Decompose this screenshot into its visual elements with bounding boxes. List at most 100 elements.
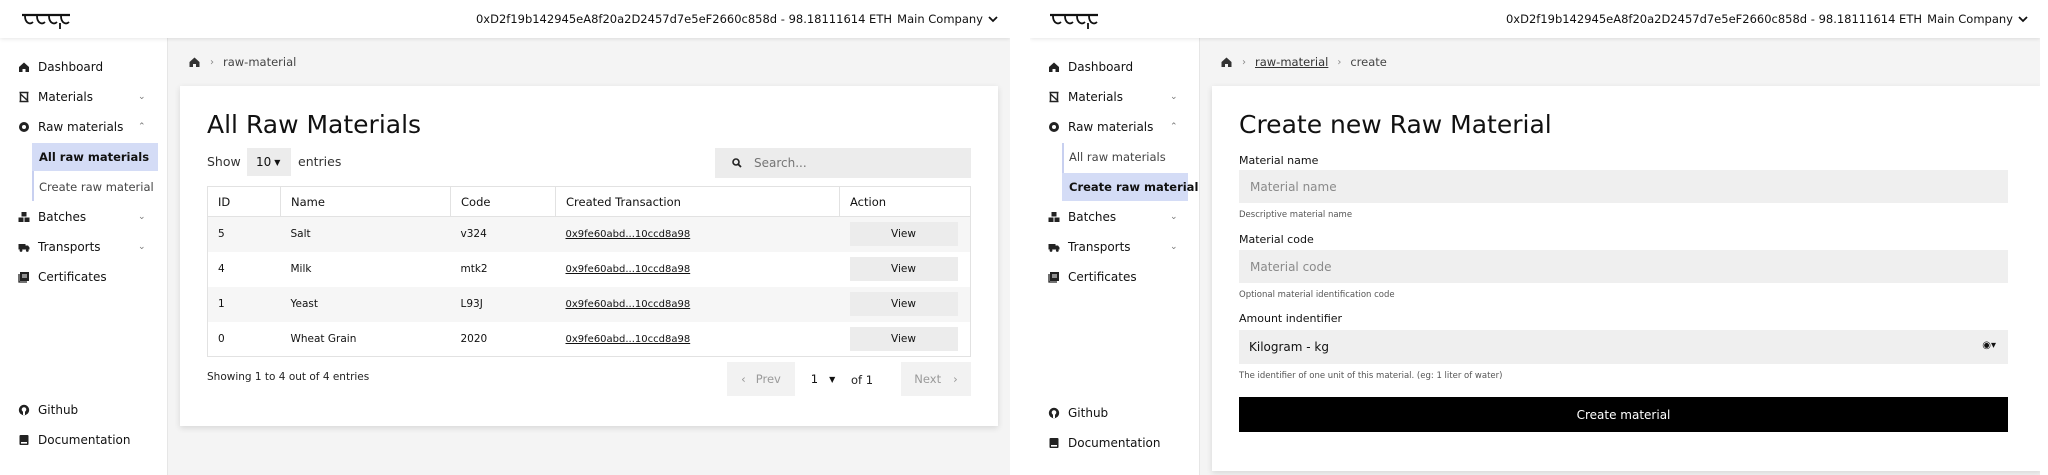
- company-selector[interactable]: Main Company: [1927, 12, 2028, 26]
- company-selector[interactable]: Main Company: [897, 12, 998, 26]
- materials-icon: [19, 91, 29, 103]
- column-header-action: Action: [839, 186, 971, 217]
- sidebar-item-documentation[interactable]: Documentation: [1048, 436, 1161, 450]
- sidebar-item-github[interactable]: Github: [1048, 406, 1108, 420]
- caret-down-icon: ▼: [274, 157, 281, 167]
- raw-materials-card: All Raw Materials Show 10 ▼ entries ID N…: [180, 86, 998, 426]
- home-icon[interactable]: [1220, 56, 1233, 68]
- sidebar-item-materials[interactable]: Materials ⌄: [18, 90, 146, 104]
- home-icon[interactable]: [188, 56, 201, 68]
- transaction-link[interactable]: 0x9fe60abd...10ccd8a98: [566, 334, 691, 345]
- sidebar: Dashboard Materials ⌄ Raw materials ⌃ Al…: [1030, 38, 1200, 475]
- view-button[interactable]: View: [849, 257, 958, 281]
- sidebar-item-dashboard[interactable]: Dashboard: [18, 60, 103, 74]
- sidebar-item-label: Dashboard: [1068, 60, 1134, 74]
- sidebar-item-raw-materials[interactable]: Raw materials ⌃: [18, 120, 146, 134]
- cell-id: 4: [218, 263, 225, 275]
- breadcrumb-separator: ›: [1337, 56, 1342, 68]
- sidebar-item-materials[interactable]: Materials ⌄: [1048, 90, 1178, 104]
- search-input[interactable]: [754, 156, 944, 170]
- chevron-down-icon: ⌄: [138, 242, 146, 252]
- sidebar-item-label: Batches: [1068, 210, 1117, 224]
- raw-materials-icon: [19, 122, 29, 132]
- company-name: Main Company: [897, 12, 983, 26]
- breadcrumb: › raw-material › create: [1220, 55, 1387, 69]
- cell-id: 1: [207, 286, 281, 322]
- table-row: 1 Yeast L93J 0x9fe60abd...10ccd8a98 View: [207, 286, 971, 322]
- sidebar-item-certificates[interactable]: Certificates: [18, 270, 107, 284]
- chevron-down-icon: ⌄: [138, 212, 146, 222]
- sidebar-item-transports[interactable]: Transports ⌄: [18, 240, 146, 254]
- material-name-input[interactable]: [1239, 170, 2008, 203]
- truck-icon: [18, 244, 30, 252]
- sidebar-item-dashboard[interactable]: Dashboard: [1048, 60, 1133, 74]
- cell-code: 2020: [460, 332, 488, 345]
- cell-code: v324: [450, 216, 556, 252]
- material-code-hint: Optional material identification code: [1239, 290, 1395, 300]
- top-bar: 0xD2f19b142945eA8f20a2D2457d7e5eF2660c85…: [0, 0, 1010, 38]
- sidebar-item-label: Raw materials: [38, 120, 124, 134]
- raw-materials-icon: [1049, 122, 1059, 132]
- sidebar-item-label: Batches: [38, 210, 87, 224]
- breadcrumb-separator: ›: [210, 56, 214, 68]
- certificate-icon: [18, 272, 29, 283]
- chevron-down-icon: [988, 16, 998, 23]
- column-header-name[interactable]: Name: [280, 186, 451, 217]
- search-box[interactable]: [715, 148, 971, 178]
- breadcrumb-separator: ›: [1242, 56, 1246, 68]
- table-row: 0 Wheat Grain 2020 0x9fe60abd...10ccd8a9…: [208, 322, 971, 357]
- prev-page-button[interactable]: ‹ Prev: [727, 362, 795, 396]
- entries-label: entries: [298, 154, 342, 169]
- top-bar: 0xD2f19b142945eA8f20a2D2457d7e5eF2660c85…: [1030, 0, 2040, 38]
- prev-label: Prev: [755, 372, 781, 386]
- next-page-button[interactable]: Next ›: [901, 362, 971, 396]
- chevron-down-icon: [2018, 16, 2028, 23]
- sidebar-subitem-all-raw-materials[interactable]: All raw materials: [1062, 143, 1188, 171]
- sidebar-item-label: Github: [38, 403, 79, 417]
- company-name: Main Company: [1927, 12, 2013, 26]
- amount-identifier-label: Amount indentifier: [1239, 312, 1343, 325]
- view-button[interactable]: View: [849, 326, 958, 351]
- sidebar-item-raw-materials[interactable]: Raw materials ⌃: [1048, 120, 1178, 134]
- column-header-created-transaction[interactable]: Created Transaction: [555, 186, 840, 217]
- entries-per-page-select[interactable]: 10 ▼: [247, 148, 291, 176]
- amount-identifier-select[interactable]: Kilogram - kg ◉▾: [1239, 330, 2008, 364]
- breadcrumb-current: raw-material: [223, 55, 297, 69]
- asap-logo[interactable]: [20, 9, 72, 31]
- create-material-button[interactable]: Create material: [1239, 397, 2008, 432]
- cell-name: Salt: [280, 216, 451, 252]
- transaction-link[interactable]: 0x9fe60abd...10ccd8a98: [566, 229, 691, 240]
- chevron-down-icon: ⌄: [1170, 92, 1178, 102]
- material-name-hint: Descriptive material name: [1239, 210, 1353, 220]
- view-button[interactable]: View: [849, 292, 958, 316]
- raw-materials-list-screen: 0xD2f19b142945eA8f20a2D2457d7e5eF2660c85…: [0, 0, 1010, 475]
- github-icon: [1048, 407, 1060, 419]
- asap-logo[interactable]: [1048, 9, 1100, 31]
- cell-name: Milk: [290, 263, 312, 275]
- sidebar-item-certificates[interactable]: Certificates: [1048, 270, 1137, 284]
- sidebar-item-batches[interactable]: Batches ⌄: [18, 210, 146, 224]
- chevron-down-icon: ⌄: [1170, 242, 1178, 252]
- sidebar-item-batches[interactable]: Batches ⌄: [1048, 210, 1178, 224]
- view-button[interactable]: View: [849, 222, 958, 247]
- page-value: 1: [810, 372, 819, 386]
- next-label: Next: [914, 372, 942, 386]
- page-title: Create new Raw Material: [1239, 110, 1552, 139]
- batches-icon: [18, 212, 30, 222]
- sidebar-item-transports[interactable]: Transports ⌄: [1048, 240, 1178, 254]
- transaction-link[interactable]: 0x9fe60abd...10ccd8a98: [566, 264, 691, 275]
- column-header-id[interactable]: ID: [207, 186, 281, 217]
- sidebar-subitem-create-raw-material[interactable]: Create raw material: [32, 173, 158, 201]
- sidebar-item-documentation[interactable]: Documentation: [18, 433, 131, 447]
- column-header-code[interactable]: Code: [450, 186, 556, 217]
- sidebar-subitem-create-raw-material[interactable]: Create raw material: [1062, 173, 1198, 201]
- sidebar-item-github[interactable]: Github: [18, 403, 78, 417]
- create-raw-material-screen: 0xD2f19b142945eA8f20a2D2457d7e5eF2660c85…: [1030, 0, 2040, 475]
- material-code-input[interactable]: [1239, 250, 2008, 283]
- sidebar-subitem-all-raw-materials[interactable]: All raw materials: [32, 143, 158, 171]
- chevron-left-icon: ‹: [741, 372, 746, 386]
- transaction-link[interactable]: 0x9fe60abd...10ccd8a98: [566, 299, 691, 310]
- breadcrumb-link-raw-material[interactable]: raw-material: [1255, 55, 1328, 69]
- page-select[interactable]: 1 ▼: [802, 362, 844, 396]
- table-header-row: ID Name Code Created Transaction Action: [207, 186, 971, 217]
